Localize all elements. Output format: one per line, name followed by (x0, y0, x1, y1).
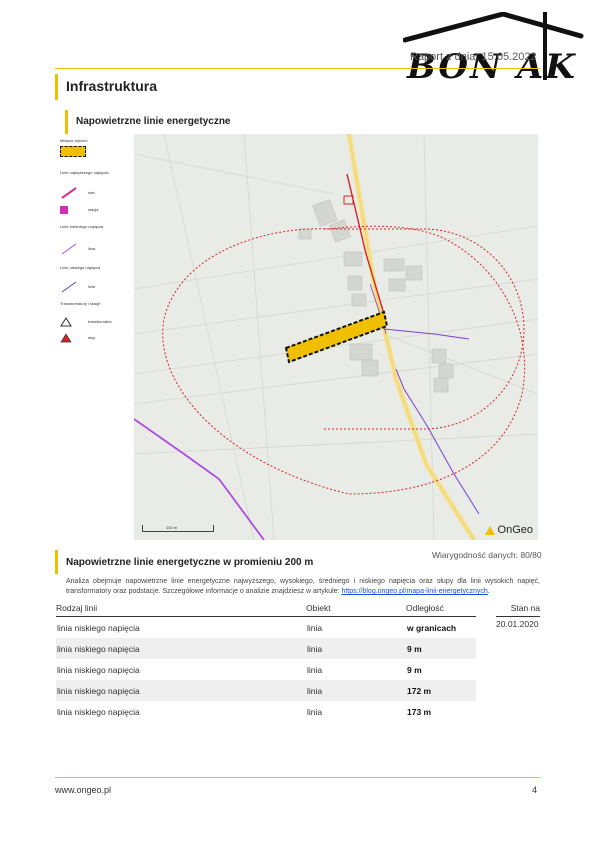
report-date: Raport z dnia: 15.05.2022 (410, 51, 537, 63)
ongeo-brand-text: OnGeo (497, 524, 533, 536)
legend-low-label: linia (88, 284, 96, 289)
subsection-title: Napowietrzne linie energetyczne (76, 116, 231, 127)
row-object: linia (307, 623, 323, 633)
footer-divider (55, 777, 540, 778)
table-row: linia niskiego napięcia linia 173 m (56, 701, 476, 722)
col-header-object: Obiekt (306, 603, 406, 617)
table-row: linia niskiego napięcia linia 172 m (56, 680, 476, 701)
col-header-type: Rodzaj linii (56, 603, 306, 617)
high-voltage-line (134, 418, 265, 540)
legend-pole-label: słup (88, 335, 96, 340)
map-scale-bar (142, 525, 214, 532)
row-object: linia (307, 707, 323, 717)
buffer-zone (162, 225, 526, 495)
row-type: linia niskiego napięcia (57, 707, 140, 717)
legend-plot-label: Miejsce wyboru (60, 138, 88, 143)
row-object: linia (307, 665, 323, 675)
article-link[interactable]: https://blog.ongeo.pl/mapa-linii-energet… (341, 588, 487, 595)
table-row: linia niskiego napięcia linia 9 m (56, 659, 476, 680)
legend-medium-label: linia (88, 246, 96, 251)
row-type: linia niskiego napięcia (57, 665, 140, 675)
col-header-distance: Odległość (406, 603, 476, 617)
header-divider (55, 68, 540, 69)
footer-url[interactable]: www.ongeo.pl (55, 785, 111, 795)
row-type: linia niskiego napięcia (57, 686, 140, 696)
legend-lines-header: Linie najwyższego napięcia (60, 170, 109, 175)
table-row: linia niskiego napięcia linia w granicac… (56, 617, 476, 638)
company-logo: BON AK (402, 11, 588, 87)
pole-icon (60, 333, 72, 343)
legend-line-a-label: sieć (88, 190, 96, 195)
row-object: linia (307, 644, 323, 654)
map-canvas (134, 134, 538, 540)
map-scale-label: 100 m (166, 525, 178, 530)
legend-low-header: Linie niskiego napięcia (60, 265, 101, 270)
legend-line-b-label: stacja (88, 207, 99, 212)
table-row: linia niskiego napięcia linia 9 m (56, 638, 476, 659)
transformer-icon (60, 317, 72, 327)
infrastructure-map[interactable]: 100 m OnGeo (134, 134, 538, 540)
row-distance: 173 m (407, 707, 432, 717)
legend-medium-header: Linie średniego napięcia (60, 224, 104, 229)
ongeo-map-logo: OnGeo (484, 524, 533, 536)
subsection-accent-bar (65, 110, 68, 134)
legend-station-swatch (60, 206, 68, 214)
legend-transformers-header: Transformatory i stacje (60, 301, 101, 306)
results-accent-bar (55, 550, 58, 574)
ongeo-triangle-icon (484, 525, 495, 535)
stan-date: 20.01.2020 (496, 619, 539, 629)
section-accent-bar (55, 74, 58, 100)
row-distance: 9 m (407, 644, 422, 654)
data-reliability: Wiarygodność danych: 80/80 (432, 550, 542, 560)
results-description: Analiza obejmuje napowietrzne linie ener… (66, 578, 540, 595)
map-legend: Miejsce wyboru Linie najwyższego napięci… (60, 138, 134, 348)
row-type: linia niskiego napięcia (57, 644, 140, 654)
row-object: linia (307, 686, 323, 696)
row-distance: 172 m (407, 686, 432, 696)
legend-plot-swatch (60, 146, 86, 157)
row-distance: w granicach (407, 623, 457, 633)
building-marker (343, 195, 354, 205)
legend-transformer-label: transformator (88, 319, 112, 324)
section-title: Infrastruktura (66, 78, 158, 94)
page-number: 4 (532, 785, 538, 795)
row-distance: 9 m (407, 665, 422, 675)
results-title: Napowietrzne linie energetyczne w promie… (66, 557, 314, 568)
row-type: linia niskiego napięcia (57, 623, 140, 633)
col-header-stan: Stan na (496, 603, 540, 617)
